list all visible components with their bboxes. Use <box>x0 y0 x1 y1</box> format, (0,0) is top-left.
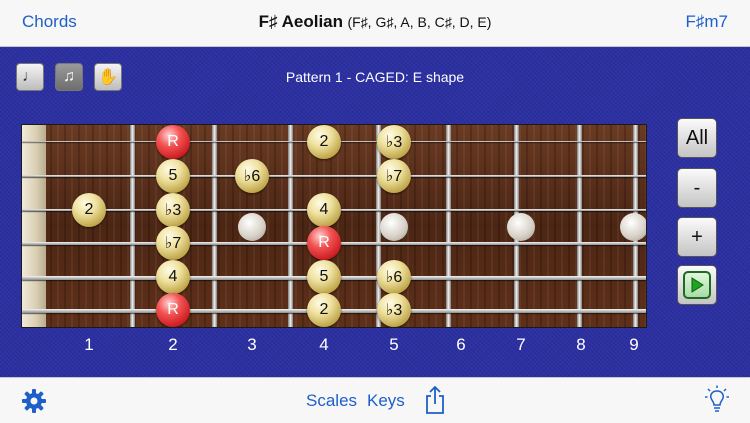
fret-number: 3 <box>247 335 257 354</box>
scale-note-marker[interactable]: ♭6 <box>377 260 411 294</box>
root-note-marker[interactable]: R <box>307 226 341 260</box>
fret-number: 6 <box>456 335 466 354</box>
scale-note-marker[interactable]: 2 <box>307 125 341 159</box>
scale-note-marker[interactable]: 5 <box>307 260 341 294</box>
scale-note-marker[interactable]: 2 <box>307 293 341 327</box>
scale-note-marker[interactable]: ♭6 <box>235 159 269 193</box>
fret-inlay <box>507 213 535 241</box>
fret-number: 5 <box>389 335 399 354</box>
keys-button[interactable]: Keys <box>367 391 405 411</box>
fret-wire <box>577 125 582 327</box>
fret-wire <box>212 125 217 327</box>
root-note-marker[interactable]: R <box>156 125 190 159</box>
play-loop-icon <box>683 271 711 299</box>
fret-inlay <box>238 213 266 241</box>
top-bar: Chords F♯ Aeolian (F♯, G♯, A, B, C♯, D, … <box>0 0 750 47</box>
fretboard[interactable]: R 2 ♭3 5 ♭6 ♭7 2 ♭3 4 ♭7 R 4 5 ♭6 R 2 ♭3 <box>22 125 646 327</box>
fret-wire <box>446 125 451 327</box>
fret-number: 4 <box>319 335 329 354</box>
fret-inlay <box>380 213 408 241</box>
fret-inlay <box>620 213 646 241</box>
chord-button[interactable]: F♯m7 <box>686 12 729 32</box>
root-note-marker[interactable]: R <box>156 293 190 327</box>
scale-note-marker[interactable]: 2 <box>72 193 106 227</box>
lightbulb-icon[interactable] <box>704 385 730 415</box>
bottom-bar: Scales Keys <box>0 377 750 423</box>
scale-note-marker[interactable]: ♭7 <box>377 159 411 193</box>
pattern-label: Pattern 1 - CAGED: E shape <box>285 69 465 85</box>
share-icon[interactable] <box>423 385 447 415</box>
nut <box>22 125 46 327</box>
play-loop-button[interactable] <box>677 265 717 305</box>
scale-notes: (F♯, G♯, A, B, C♯, D, E) <box>347 14 492 30</box>
main-area: ♩ ♫ ✋ Pattern 1 - CAGED: E shape R 2 ♭3 5 ♭6… <box>0 47 750 377</box>
previous-pattern-button[interactable]: - <box>677 168 717 208</box>
guitar-string <box>22 175 646 177</box>
scale-title: F♯ Aeolian (F♯, G♯, A, B, C♯, D, E) <box>0 12 750 32</box>
fret-number: 2 <box>168 335 178 354</box>
scale-note-marker[interactable]: ♭3 <box>377 293 411 327</box>
scale-note-marker[interactable]: ♭7 <box>156 226 190 260</box>
scales-button[interactable]: Scales <box>306 391 357 411</box>
scale-note-marker[interactable]: 4 <box>156 260 190 294</box>
fret-number: 1 <box>84 335 94 354</box>
fret-wire <box>130 125 135 327</box>
fret-number: 9 <box>629 335 639 354</box>
gear-icon[interactable] <box>21 388 47 414</box>
fret-number: 7 <box>516 335 526 354</box>
scale-note-marker[interactable]: 4 <box>307 193 341 227</box>
next-pattern-button[interactable]: + <box>677 217 717 257</box>
fret-wire <box>288 125 293 327</box>
fret-number: 8 <box>576 335 586 354</box>
scale-name: F♯ Aeolian <box>258 12 344 31</box>
scale-note-marker[interactable]: ♭3 <box>156 193 190 227</box>
scale-note-marker[interactable]: ♭3 <box>377 125 411 159</box>
scale-note-marker[interactable]: 5 <box>156 159 190 193</box>
show-all-button[interactable]: All <box>677 118 717 158</box>
